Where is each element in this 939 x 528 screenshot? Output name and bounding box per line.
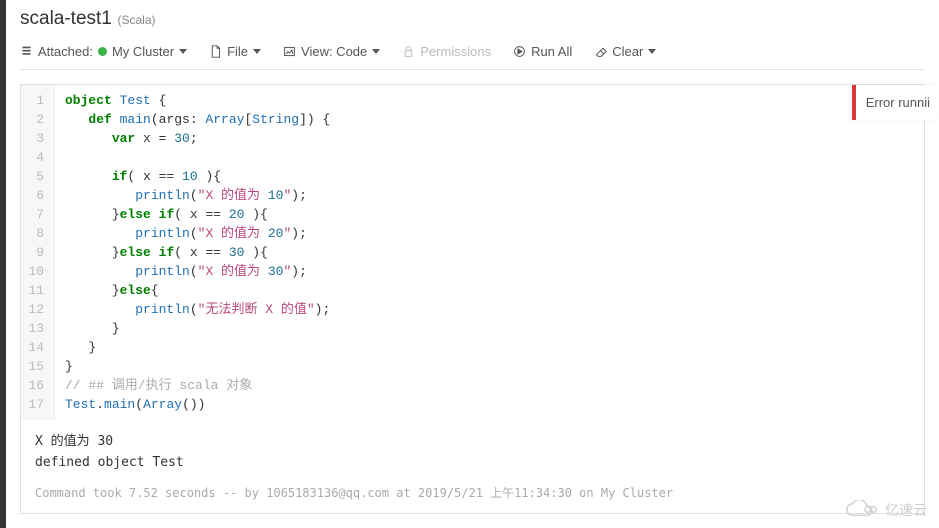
file-menu[interactable]: File [209,44,261,59]
watermark-text: 亿速云 [885,500,927,520]
file-label: File [227,44,248,59]
caret-down-icon [648,49,656,54]
code-body[interactable]: object Test { def main(args: Array[Strin… [55,85,340,420]
output-line: X 的值为 30 [35,432,910,453]
notebook-content: scala-test1 (Scala) Attached: My Cluster… [6,0,939,528]
eraser-icon [594,45,607,58]
cluster-icon [20,45,33,58]
error-banner[interactable]: Error runnii [852,85,938,120]
error-text: Error runnii [866,95,930,110]
code-cell[interactable]: Error runnii 1234567891011121314151617 o… [20,84,925,514]
cell-output: X 的值为 30 defined object Test [21,420,924,478]
caret-down-icon [179,49,187,54]
cloud-icon [843,500,881,520]
attached-label: Attached: [38,44,93,59]
clear-label: Clear [612,44,643,59]
lock-icon [402,45,415,58]
file-icon [209,45,222,58]
run-all-label: Run All [531,44,572,59]
permissions-button: Permissions [402,44,491,59]
caret-down-icon [372,49,380,54]
permissions-label: Permissions [420,44,491,59]
caret-down-icon [253,49,261,54]
toolbar: Attached: My Cluster File View: Code Per… [20,36,925,70]
notebook-language: (Scala) [118,13,156,27]
line-gutter: 1234567891011121314151617 [21,85,55,420]
output-line: defined object Test [35,453,910,474]
command-meta: Command took 7.52 seconds -- by 10651831… [21,478,924,513]
view-menu[interactable]: View: Code [283,44,380,59]
code-editor[interactable]: 1234567891011121314151617 object Test { … [21,85,924,420]
notebook-title: scala-test1 [20,8,112,29]
run-all-button[interactable]: Run All [513,44,572,59]
watermark: 亿速云 [843,500,927,520]
play-icon [513,45,526,58]
title-row: scala-test1 (Scala) [20,0,925,36]
view-label: View: Code [301,44,367,59]
attached-menu[interactable]: Attached: My Cluster [20,44,187,59]
view-icon [283,45,296,58]
status-dot-icon [98,47,107,56]
clear-menu[interactable]: Clear [594,44,656,59]
cluster-name: My Cluster [112,44,174,59]
